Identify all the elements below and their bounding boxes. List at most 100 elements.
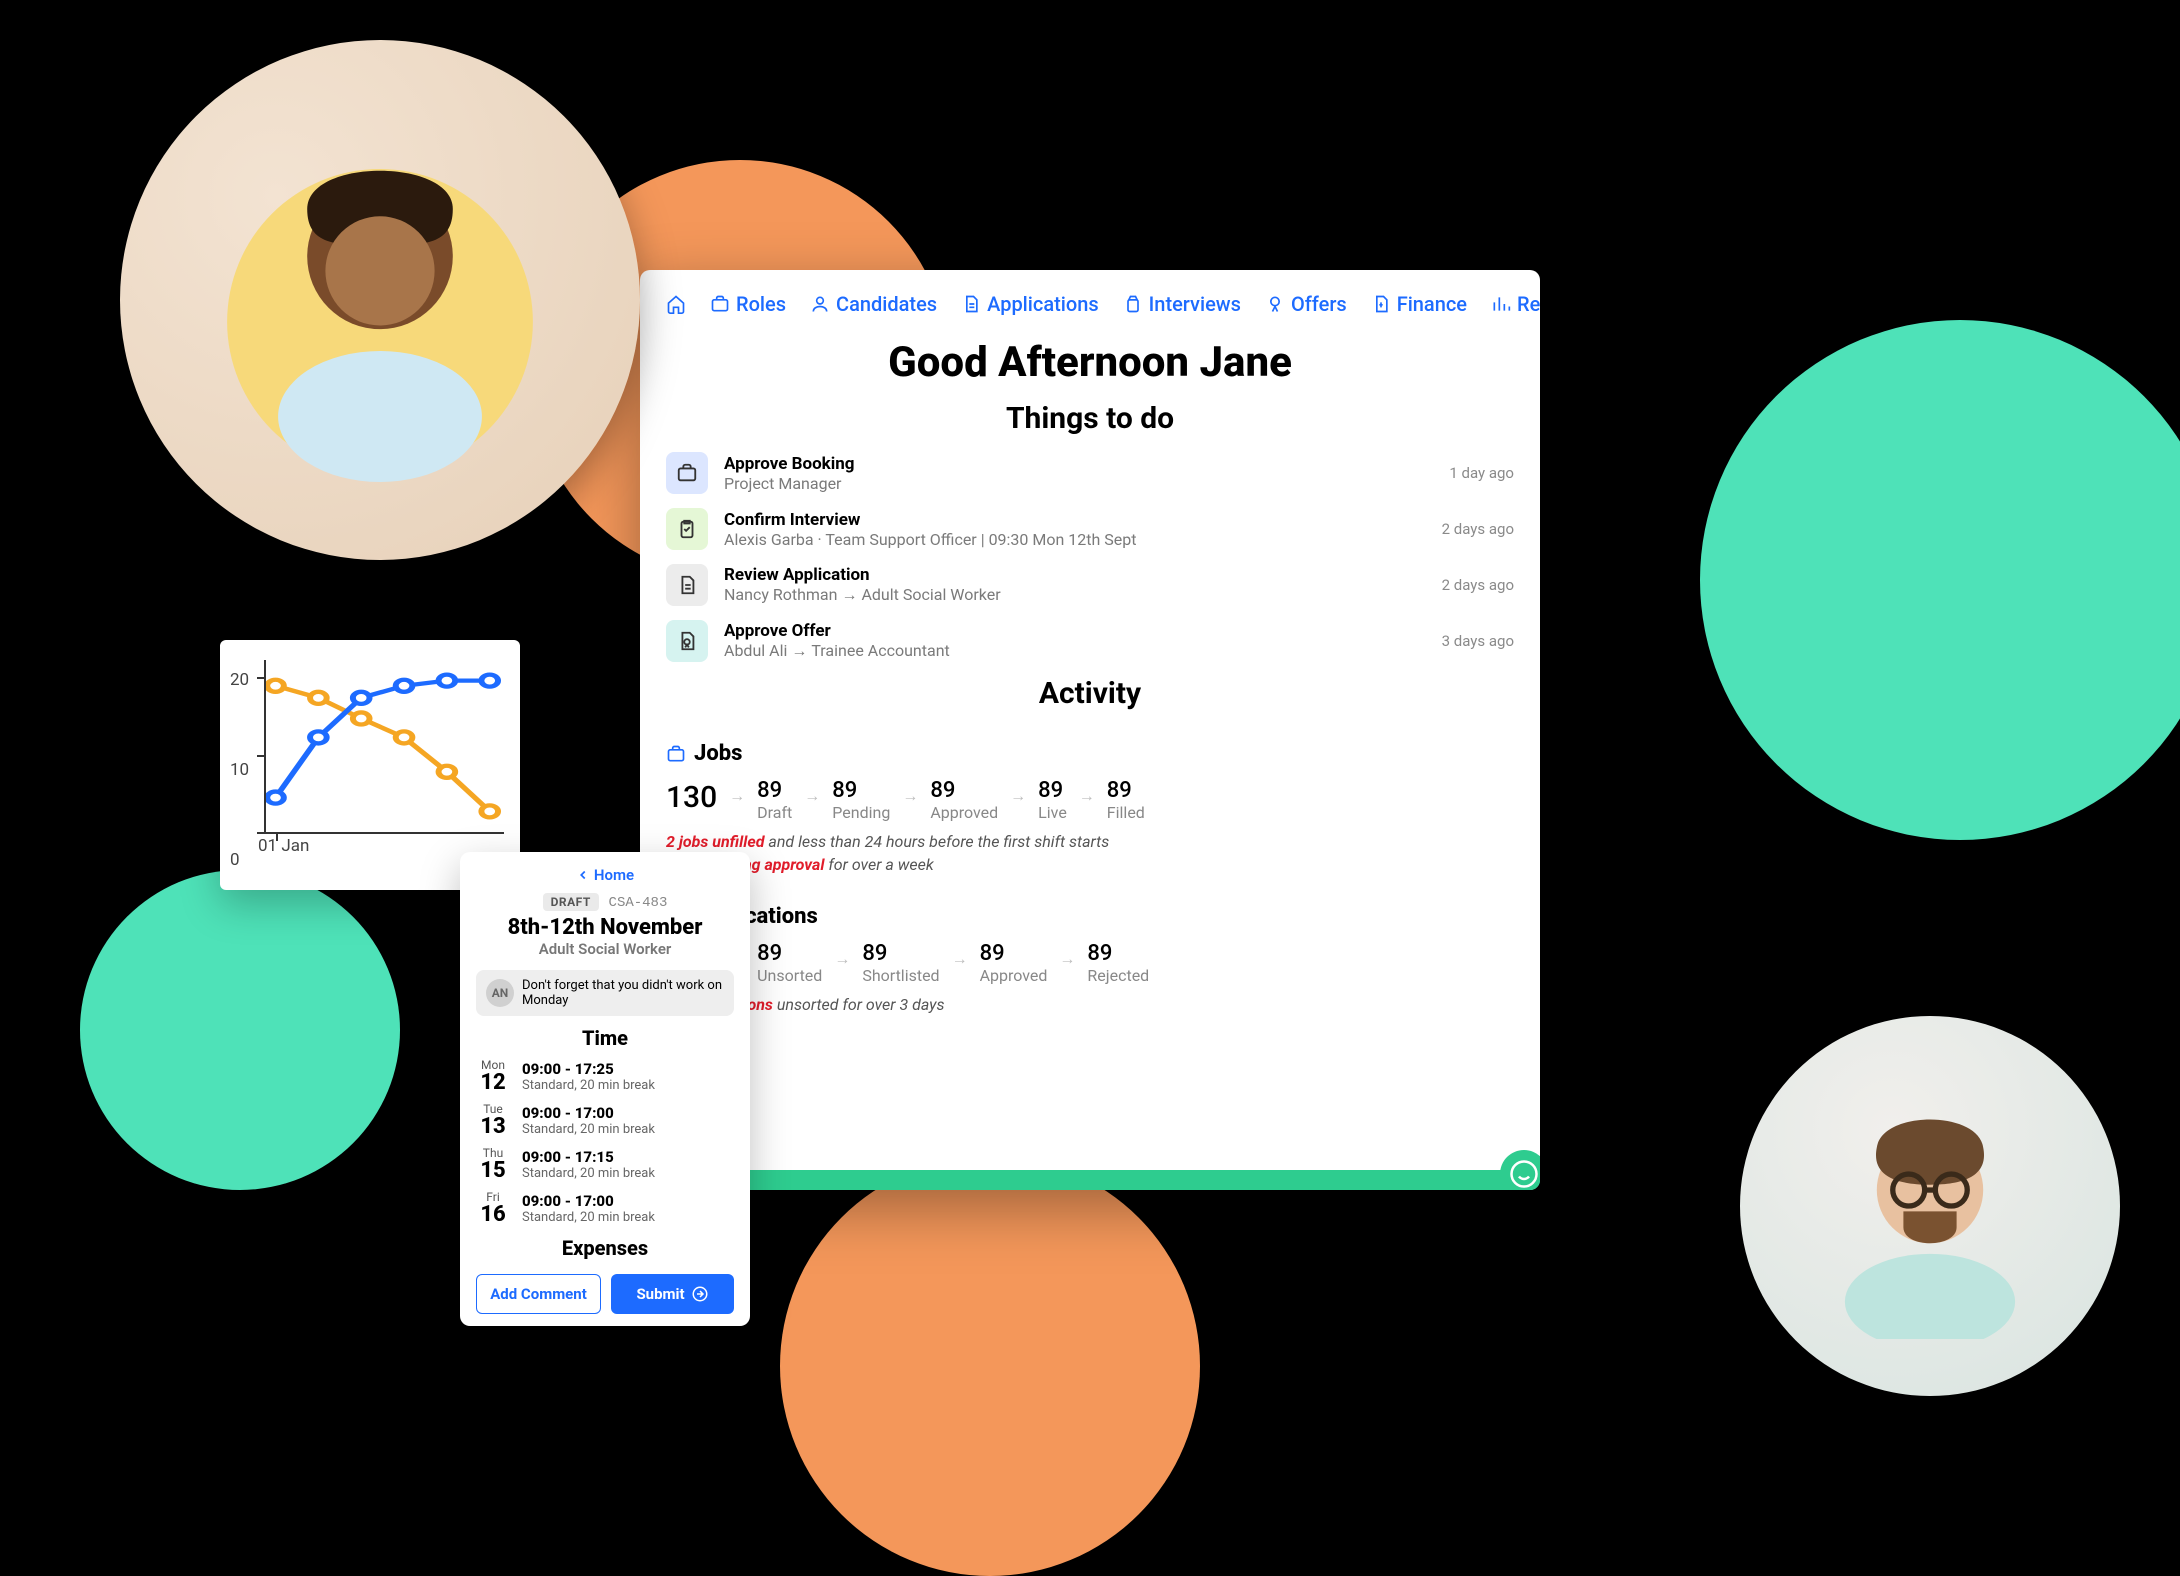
arrow-icon: → — [952, 941, 968, 969]
timesheet-row[interactable]: Fri 16 09:00 - 17:00 Standard, 20 min br… — [476, 1190, 734, 1226]
step-value: 89 — [757, 778, 792, 803]
nav-candidates[interactable]: Candidates — [810, 292, 937, 316]
home-icon[interactable] — [666, 294, 686, 314]
todo-title: Approve Offer — [724, 621, 1426, 641]
todo-icon — [666, 452, 708, 494]
todo-time: 3 days ago — [1442, 632, 1514, 650]
pipeline-step[interactable]: 89 Pending — [832, 778, 890, 822]
apps-pipeline: 130→ 89 Unsorted → 89 Shortlisted → 89 A… — [666, 941, 1514, 985]
step-value: 89 — [757, 941, 822, 966]
note-avatar: AN — [486, 979, 514, 1007]
photo-right — [1740, 1016, 2120, 1396]
nav-applications[interactable]: Applications — [961, 292, 1099, 316]
todo-icon — [666, 564, 708, 606]
hours-sub: Standard, 20 min break — [522, 1078, 655, 1093]
todo-item[interactable]: Approve Offer Abdul Ali→Trainee Accounta… — [666, 620, 1514, 662]
step-label: Approved — [930, 803, 998, 822]
note: AN Don't forget that you didn't work on … — [476, 970, 734, 1016]
todo-title: Review Application — [724, 565, 1426, 585]
nav-label: Offers — [1291, 292, 1347, 316]
hours-sub: Standard, 20 min break — [522, 1210, 655, 1225]
arrow-icon: → — [1059, 941, 1075, 969]
todo-item[interactable]: Approve Booking Project Manager 1 day ag… — [666, 452, 1514, 494]
apps-alerts: 10 applications unsorted for over 3 days — [666, 995, 1514, 1014]
step-value: 89 — [1107, 778, 1145, 803]
hours-sub: Standard, 20 min break — [522, 1122, 655, 1137]
timesheet-row[interactable]: Thu 15 09:00 - 17:15 Standard, 20 min br… — [476, 1146, 734, 1182]
timesheet-title: 8th-12th November — [476, 915, 734, 940]
step-label: Draft — [757, 803, 792, 822]
step-value: 89 — [1038, 778, 1067, 803]
alert: 2 jobs unfilled and less than 24 hours b… — [666, 832, 1514, 851]
todo-time: 1 day ago — [1449, 464, 1514, 482]
pipeline-step[interactable]: 89 Approved — [930, 778, 998, 822]
back-home[interactable]: Home — [476, 866, 734, 884]
nav-label: Interviews — [1149, 292, 1241, 316]
step-value: 89 — [980, 941, 1048, 966]
pipeline-step[interactable]: 89 Shortlisted — [862, 941, 939, 985]
step-label: Live — [1038, 803, 1067, 822]
step-value: 89 — [862, 941, 939, 966]
day-number: 12 — [476, 1072, 510, 1094]
day-number: 16 — [476, 1204, 510, 1226]
todo-icon — [666, 508, 708, 550]
nav-label: Reports — [1517, 292, 1540, 316]
activity-heading: Activity — [666, 676, 1514, 711]
pipeline-step[interactable]: 89 Filled — [1107, 778, 1145, 822]
todo-heading: Things to do — [666, 401, 1514, 436]
add-comment-button[interactable]: Add Comment — [476, 1274, 601, 1314]
pipeline-step[interactable]: 89 Draft — [757, 778, 792, 822]
submit-button[interactable]: Submit — [611, 1274, 734, 1314]
briefcase-icon — [666, 744, 686, 764]
step-label: Filled — [1107, 803, 1145, 822]
day-number: 13 — [476, 1116, 510, 1138]
arrow-icon: → — [729, 778, 745, 806]
timesheet-row[interactable]: Mon 12 09:00 - 17:25 Standard, 20 min br… — [476, 1058, 734, 1094]
nav-offers[interactable]: Offers — [1265, 292, 1347, 316]
arrow-icon: → — [834, 941, 850, 969]
pipeline-step[interactable]: 89 Rejected — [1087, 941, 1149, 985]
step-value: 89 — [930, 778, 998, 803]
expenses-heading: Expenses — [476, 1236, 734, 1260]
home-label: Home — [594, 866, 634, 884]
pipeline-step[interactable]: 89 Unsorted — [757, 941, 822, 985]
nav-label: Applications — [987, 292, 1099, 316]
jobs-alerts: 2 jobs unfilled and less than 24 hours b… — [666, 832, 1514, 874]
arrow-icon: → — [804, 778, 820, 806]
hours: 09:00 - 17:25 — [522, 1060, 655, 1078]
ytick: 0 — [230, 850, 240, 870]
smiley-icon[interactable] — [1500, 1150, 1540, 1190]
step-value: 89 — [1087, 941, 1149, 966]
day-number: 15 — [476, 1160, 510, 1182]
applications-heading: Applications — [666, 904, 1514, 929]
timesheet-row[interactable]: Tue 13 09:00 - 17:00 Standard, 20 min br… — [476, 1102, 734, 1138]
alert: 10 applications unsorted for over 3 days — [666, 995, 1514, 1014]
todo-title: Approve Booking — [724, 454, 1433, 474]
nav-interviews[interactable]: Interviews — [1123, 292, 1241, 316]
pipeline-step[interactable]: 89 Live — [1038, 778, 1067, 822]
arrow-icon: → — [1079, 778, 1095, 806]
todo-list: Approve Booking Project Manager 1 day ag… — [666, 452, 1514, 662]
pipeline-step[interactable]: 89 Approved — [980, 941, 1048, 985]
submit-icon — [691, 1285, 709, 1303]
photo-left — [120, 40, 640, 560]
chart-axes — [264, 660, 504, 834]
xtick: 01 Jan — [258, 836, 309, 856]
arrow-icon: → — [1010, 778, 1026, 806]
nav-roles[interactable]: Roles — [710, 292, 786, 316]
status-badge: DRAFT — [543, 893, 599, 911]
blob-orange-bottom — [780, 1156, 1200, 1576]
nav-finance[interactable]: Finance — [1371, 292, 1467, 316]
dashboard-window: Roles Candidates Applications Interviews… — [640, 270, 1540, 1190]
step-label: Pending — [832, 803, 890, 822]
jobs-pipeline: 130 → 89 Draft → 89 Pending → 89 Approved… — [666, 778, 1514, 822]
nav-label: Candidates — [836, 292, 937, 316]
nav-reports[interactable]: Reports — [1491, 292, 1540, 316]
todo-title: Confirm Interview — [724, 510, 1426, 530]
ytick: 10 — [230, 760, 249, 780]
todo-item[interactable]: Confirm Interview Alexis Garba · Team Su… — [666, 508, 1514, 550]
todo-item[interactable]: Review Application Nancy Rothman→Adult S… — [666, 564, 1514, 606]
top-nav: Roles Candidates Applications Interviews… — [666, 292, 1514, 316]
pipeline-total: 130 — [666, 778, 717, 815]
step-label: Shortlisted — [862, 966, 939, 985]
